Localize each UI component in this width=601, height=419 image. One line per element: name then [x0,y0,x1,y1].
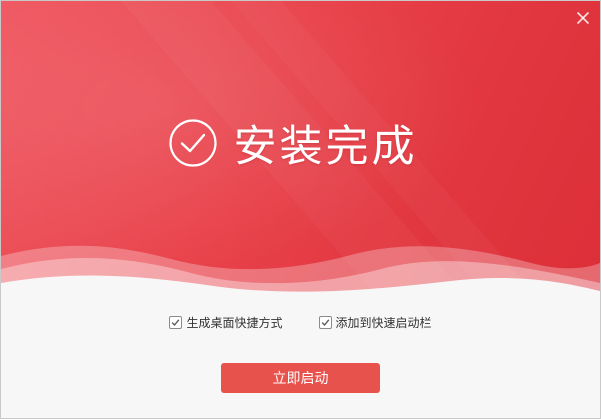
install-options: 生成桌面快捷方式 添加到快速启动栏 [1,312,600,332]
desktop-shortcut-option[interactable]: 生成桌面快捷方式 [169,314,283,331]
quick-launch-checkbox[interactable] [318,315,332,329]
desktop-shortcut-label: 生成桌面快捷方式 [186,315,283,330]
install-complete-title: 安装完成 [233,122,418,172]
checkmark-icon [172,318,180,326]
close-button[interactable] [572,7,594,29]
installer-window: 安装完成 生成桌面快捷方式 添加到快速启动栏 立即启动 [0,0,601,419]
header-banner: 安装完成 [1,1,600,301]
launch-now-button[interactable]: 立即启动 [221,363,380,393]
desktop-shortcut-checkbox[interactable] [169,315,183,329]
completion-message: 安装完成 [1,111,600,175]
quick-launch-label: 添加到快速启动栏 [335,315,432,330]
checkmark-icon [321,318,329,326]
check-circle-icon [168,119,217,167]
quick-launch-option[interactable]: 添加到快速启动栏 [318,314,432,331]
close-icon [576,11,590,25]
